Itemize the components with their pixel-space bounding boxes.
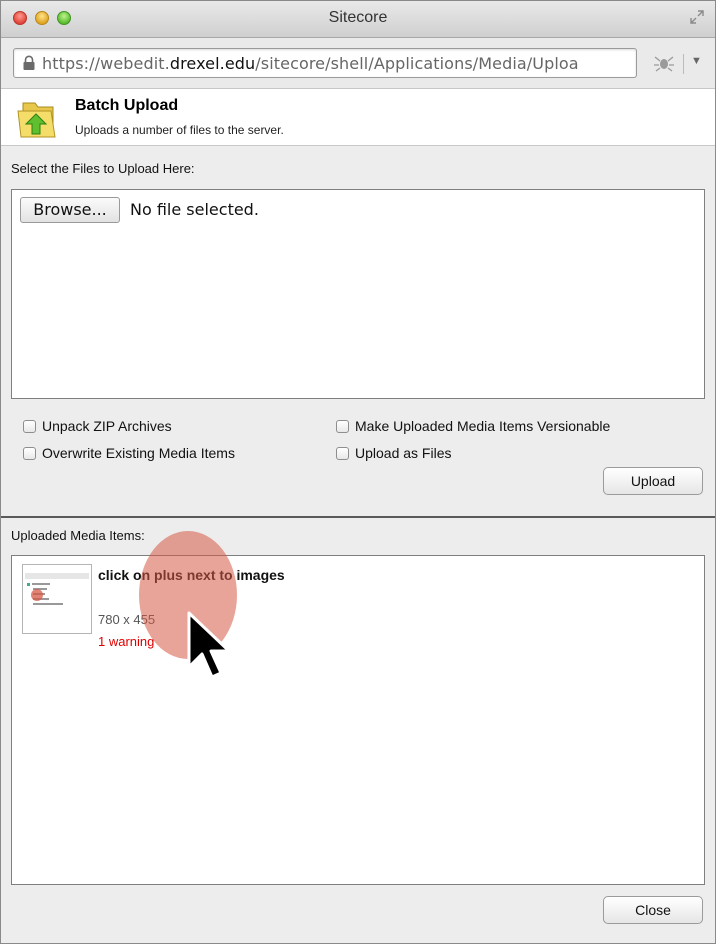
upload-button[interactable]: Upload [603,467,703,495]
page-title: Batch Upload [75,97,179,114]
uploaded-items-label: Uploaded Media Items: [11,528,145,543]
overwrite-option[interactable]: Overwrite Existing Media Items [23,445,235,461]
media-item-dimensions: 780 x 455 [98,612,156,627]
select-files-label: Select the Files to Upload Here: [11,161,195,176]
unpack-zip-checkbox[interactable] [23,419,36,433]
dialog-header: Batch Upload Uploads a number of files t… [1,89,715,146]
url-field[interactable]: https://webedit.drexel.edu/sitecore/shel… [13,48,637,78]
window-title: Sitecore [328,9,388,26]
firebug-icon[interactable] [653,54,675,72]
unpack-zip-label: Unpack ZIP Archives [42,418,172,434]
lock-icon [23,55,35,70]
file-status: No file selected. [130,200,259,219]
thumbnail-image [25,573,89,605]
upload-folder-icon [17,102,56,138]
uploaded-items-panel: click on plus next to images 780 x 455 1… [11,555,705,885]
file-select-panel: Browse... No file selected. [11,189,705,399]
section-divider [1,516,715,518]
versionable-option[interactable]: Make Uploaded Media Items Versionable [336,418,610,434]
upload-as-files-option[interactable]: Upload as Files [336,445,452,461]
dialog-window: Sitecore https://webedit.drexel.edu/site… [0,0,716,944]
overwrite-checkbox[interactable] [23,446,36,460]
media-item-warning[interactable]: 1 warning [98,634,154,649]
chevron-down-icon[interactable]: ▼ [691,55,702,67]
upload-as-files-label: Upload as Files [355,445,452,461]
url-text: https://webedit.drexel.edu/sitecore/shel… [42,54,579,73]
media-thumbnail[interactable] [22,564,92,634]
unpack-zip-option[interactable]: Unpack ZIP Archives [23,418,172,434]
media-item-title: click on plus next to images [98,567,285,583]
address-separator [683,54,684,74]
close-button[interactable]: Close [603,896,703,924]
page-subtitle: Uploads a number of files to the server. [75,123,284,137]
fullscreen-icon[interactable] [689,9,705,25]
overwrite-label: Overwrite Existing Media Items [42,445,235,461]
title-bar: Sitecore [1,1,715,38]
versionable-checkbox[interactable] [336,419,349,433]
versionable-label: Make Uploaded Media Items Versionable [355,418,611,434]
upload-as-files-checkbox[interactable] [336,446,349,460]
address-bar: https://webedit.drexel.edu/sitecore/shel… [1,38,715,89]
browse-button[interactable]: Browse... [20,197,120,223]
